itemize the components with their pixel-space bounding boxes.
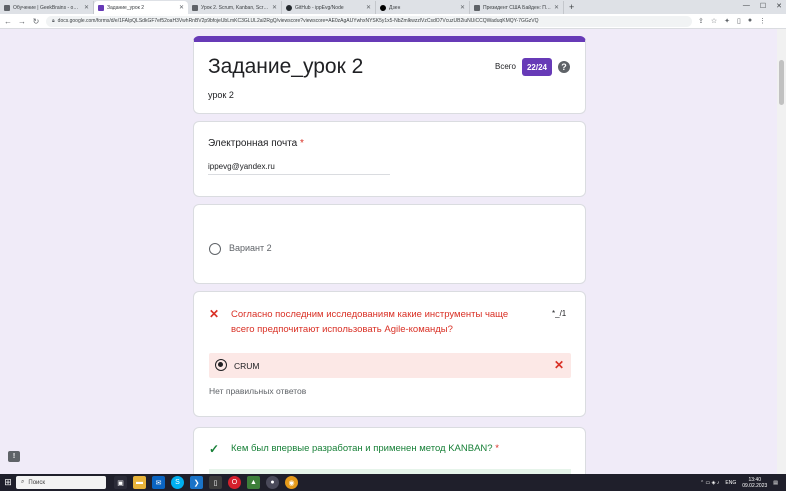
browser-tab[interactable]: Дзен ✕ xyxy=(376,1,470,14)
tab-favicon-icon xyxy=(380,4,386,11)
tab-title: Урок 2. Scrum, Kanban, Scrumb xyxy=(201,4,269,11)
language-indicator[interactable]: ENG xyxy=(725,480,736,486)
terminal-icon[interactable]: ▯ xyxy=(209,476,222,489)
taskbar-apps: ▣ ▬ ✉ S ❯ ▯ O ▲ ● ◉ xyxy=(114,476,298,489)
windows-start-icon[interactable]: ⊞ xyxy=(0,474,16,491)
tab-close-icon[interactable]: ✕ xyxy=(460,4,465,11)
total-score-label: Всего xyxy=(495,62,516,71)
tab-close-icon[interactable]: ✕ xyxy=(179,4,184,11)
profile-icon[interactable]: ● xyxy=(748,17,752,25)
wrong-answer-icon: ✕ xyxy=(209,307,220,321)
browser-tab[interactable]: Президент США Байден: Путин ✕ xyxy=(470,1,564,14)
variant-option-label: Вариант 2 xyxy=(229,243,272,253)
tab-favicon-icon xyxy=(98,4,104,11)
url-text: docs.google.com/forms/d/e/1FAIpQLSdkGF7e… xyxy=(57,18,539,24)
form-subtitle: урок 2 xyxy=(208,90,234,100)
search-icon: ⌕ xyxy=(21,479,25,485)
tab-favicon-icon xyxy=(474,4,480,11)
chrome-icon[interactable]: ◉ xyxy=(285,476,298,489)
windows-taskbar: ⊞ ⌕ Поиск ▣ ▬ ✉ S ❯ ▯ O ▲ ● ◉ ⌃ ▭ ◈ ♪ EN… xyxy=(0,474,786,491)
notifications-icon[interactable]: ▤ xyxy=(773,480,778,486)
tab-title: Дзен xyxy=(389,4,401,11)
app-icon[interactable]: ▲ xyxy=(247,476,260,489)
opera-icon[interactable]: O xyxy=(228,476,241,489)
email-question-card: Электронная почта * ippevg@yandex.ru xyxy=(193,121,586,197)
tab-title: GitHub - ippEvg/Node xyxy=(295,4,344,11)
tab-title: Обучение | GeekBrains - образо xyxy=(13,4,81,11)
clock[interactable]: 13:40 09.02.2023 xyxy=(742,477,767,489)
selected-answer-row: CRUM ✕ xyxy=(209,353,571,378)
window-controls: — ☐ ✕ xyxy=(743,2,782,10)
skype-icon[interactable]: S xyxy=(171,476,184,489)
selected-answer-radio xyxy=(215,359,227,371)
tab-close-icon[interactable]: ✕ xyxy=(272,4,277,11)
wrong-answer-icon: ✕ xyxy=(553,358,564,372)
browser-tab-active[interactable]: Задание_урок 2 ✕ xyxy=(94,1,188,14)
form-header-card: Задание_урок 2 урок 2 Всего 22/24 ? xyxy=(193,36,586,114)
variant-radio xyxy=(209,243,221,255)
help-icon[interactable]: ? xyxy=(558,61,570,73)
task-view-icon[interactable]: ▣ xyxy=(114,476,127,489)
selected-answer-label: CRUM xyxy=(234,361,260,371)
tab-favicon-icon xyxy=(4,4,10,11)
system-tray: ⌃ ▭ ◈ ♪ ENG 13:40 09.02.2023 ▤ xyxy=(700,474,778,491)
bookmark-star-icon[interactable]: ☆ xyxy=(711,17,717,25)
score-badge: 22/24 xyxy=(522,58,552,76)
tab-title: Задание_урок 2 xyxy=(107,4,144,11)
address-bar: ← → ↻ 🔒︎ docs.google.com/forms/d/e/1FAIp… xyxy=(0,14,786,29)
lock-icon[interactable]: 🔒︎ xyxy=(52,18,55,24)
question-text: Электронная почта xyxy=(208,138,298,149)
scrollbar-thumb[interactable] xyxy=(779,60,784,105)
browser-tab[interactable]: Урок 2. Scrum, Kanban, Scrumb ✕ xyxy=(188,1,282,14)
browser-tab-bar: Обучение | GeekBrains - образо ✕ Задание… xyxy=(0,0,786,14)
minimize-icon[interactable]: — xyxy=(743,2,750,10)
question-card-incorrect: ✕ Согласно последним исследованиям какие… xyxy=(193,291,586,417)
question-label: Кем был впервые разработан и применен ме… xyxy=(231,443,499,454)
maximize-icon[interactable]: ☐ xyxy=(760,2,766,10)
form-title: Задание_урок 2 xyxy=(208,55,364,78)
tab-favicon-icon xyxy=(192,4,198,11)
tab-close-icon[interactable]: ✕ xyxy=(554,4,559,11)
close-window-icon[interactable]: ✕ xyxy=(776,2,782,10)
taskbar-search-input[interactable]: ⌕ Поиск xyxy=(16,476,106,489)
no-correct-answers-text: Нет правильных ответов xyxy=(209,386,307,396)
email-field: ippevg@yandex.ru xyxy=(208,162,390,175)
clock-date: 09.02.2023 xyxy=(742,482,768,489)
github-icon[interactable]: ● xyxy=(266,476,279,489)
back-arrow-icon[interactable]: ← xyxy=(4,17,12,26)
extensions-icon[interactable]: ✦ xyxy=(724,17,730,25)
browser-tab[interactable]: Обучение | GeekBrains - образо ✕ xyxy=(0,1,94,14)
page-scrollbar[interactable] xyxy=(777,29,786,474)
menu-icon[interactable]: ⋮ xyxy=(759,17,766,25)
share-icon[interactable]: ⇪ xyxy=(698,17,704,25)
required-mark: * xyxy=(300,138,304,149)
url-input[interactable]: 🔒︎ docs.google.com/forms/d/e/1FAIpQLSdkG… xyxy=(46,15,692,27)
question-points: *_/1 xyxy=(552,309,567,318)
question-text: Согласно последним исследованиям какие и… xyxy=(231,309,509,335)
feedback-icon[interactable]: ! xyxy=(8,451,20,462)
reload-icon[interactable]: ↻ xyxy=(32,17,40,26)
tab-close-icon[interactable]: ✕ xyxy=(366,4,371,11)
tab-favicon-icon xyxy=(286,4,292,11)
browser-toolbar-icons: ⇪ ☆ ✦ ▯ ● ⋮ xyxy=(698,17,766,25)
new-tab-button[interactable]: + xyxy=(564,1,579,14)
file-explorer-icon[interactable]: ▬ xyxy=(133,476,146,489)
email-question-label: Электронная почта * xyxy=(208,138,304,149)
tab-close-icon[interactable]: ✕ xyxy=(84,4,89,11)
variant-question-card: Вариант 2 xyxy=(193,204,586,284)
mail-icon[interactable]: ✉ xyxy=(152,476,165,489)
search-placeholder: Поиск xyxy=(28,479,46,486)
correct-answer-icon: ✓ xyxy=(209,442,220,456)
tab-title: Президент США Байден: Путин xyxy=(483,4,551,11)
browser-tab[interactable]: GitHub - ippEvg/Node ✕ xyxy=(282,1,376,14)
sidebar-icon[interactable]: ▯ xyxy=(737,17,741,25)
required-mark: * xyxy=(495,443,499,454)
vscode-icon[interactable]: ❯ xyxy=(190,476,203,489)
forward-arrow-icon[interactable]: → xyxy=(18,17,26,26)
question-text: Кем был впервые разработан и применен ме… xyxy=(231,443,493,454)
tray-icons[interactable]: ⌃ ▭ ◈ ♪ xyxy=(700,480,719,486)
